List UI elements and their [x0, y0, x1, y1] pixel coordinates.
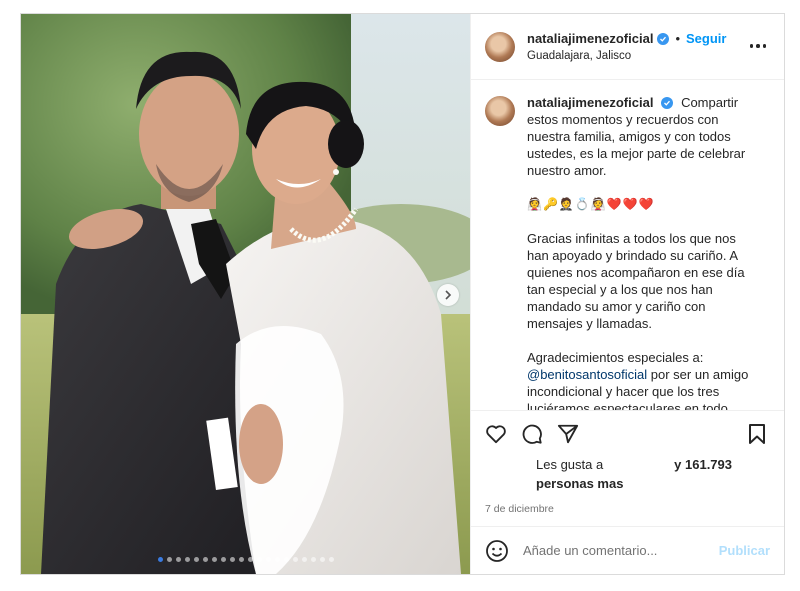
- instagram-post: nataliajimenezoficial • Seguir Guadalaja…: [20, 13, 785, 575]
- carousel-dot: [220, 557, 226, 562]
- carousel-dot: [328, 557, 334, 562]
- bookmark-icon[interactable]: [746, 423, 768, 445]
- smiley-icon[interactable]: [485, 539, 509, 563]
- mention-link[interactable]: @benitosantosoficial: [527, 367, 647, 382]
- carousel-dot: [301, 557, 307, 562]
- separator: •: [675, 31, 680, 46]
- carousel-dot: [283, 557, 289, 562]
- post-photo[interactable]: [21, 14, 470, 574]
- post-actions: Les gusta a y 161.793 personas mas 7 de …: [471, 410, 784, 520]
- emoji-line: 👰🔑🤵💍👰: [527, 197, 607, 211]
- carousel-dot: [229, 557, 235, 562]
- carousel-indicators: [21, 557, 470, 562]
- post-caption: nataliajimenezoficial Compartir estos mo…: [527, 94, 757, 410]
- verified-badge-icon: [657, 32, 670, 45]
- author-username[interactable]: nataliajimenezoficial: [527, 31, 653, 46]
- paper-plane-icon[interactable]: [557, 423, 579, 445]
- verified-badge-icon: [661, 97, 674, 109]
- carousel-dot: [175, 557, 181, 562]
- heart-emojis: ❤️❤️❤️: [606, 197, 655, 211]
- chevron-right-icon: [445, 290, 452, 300]
- caption-username[interactable]: nataliajimenezoficial: [527, 95, 653, 110]
- carousel-dot: [184, 557, 190, 562]
- caption-avatar[interactable]: [485, 96, 515, 126]
- add-comment-bar: Publicar: [471, 526, 784, 574]
- comment-icon[interactable]: [521, 423, 543, 445]
- caption-paragraph-3-intro: Agradecimientos especiales a:: [527, 350, 704, 365]
- carousel-dot: [193, 557, 199, 562]
- carousel-dot: [238, 557, 244, 562]
- comment-input[interactable]: [521, 542, 719, 559]
- follow-button[interactable]: Seguir: [686, 31, 726, 46]
- carousel-dot: [274, 557, 280, 562]
- publish-button[interactable]: Publicar: [719, 543, 770, 558]
- likes-count[interactable]: y 161.793: [674, 457, 732, 472]
- caption-emojis: 👰🔑🤵💍👰❤️❤️❤️: [527, 196, 757, 213]
- heart-icon[interactable]: [485, 423, 507, 445]
- likes-prefix: Les gusta a: [536, 457, 604, 472]
- likes-line: Les gusta a y 161.793: [536, 457, 732, 472]
- carousel-dot: [265, 557, 271, 562]
- carousel-dot: [211, 557, 217, 562]
- avatar[interactable]: [485, 31, 515, 62]
- carousel-dot: [202, 557, 208, 562]
- post-location[interactable]: Guadalajara, Jalisco: [527, 50, 726, 62]
- caption-paragraph-2: Gracias infinitas a todos los que nos ha…: [527, 231, 745, 331]
- likes-suffix[interactable]: personas mas: [536, 476, 770, 491]
- carousel-dot: [256, 557, 262, 562]
- carousel-dot: [319, 557, 325, 562]
- post-header: nataliajimenezoficial • Seguir Guadalaja…: [471, 14, 784, 80]
- carousel-dot: [166, 557, 172, 562]
- wedding-photo: [21, 14, 470, 574]
- carousel-dot: [247, 557, 253, 562]
- post-date[interactable]: 7 de diciembre: [485, 503, 770, 515]
- comments-section: nataliajimenezoficial Compartir estos mo…: [471, 80, 784, 410]
- post-sidebar: nataliajimenezoficial • Seguir Guadalaja…: [470, 14, 784, 574]
- next-slide-button[interactable]: [437, 284, 459, 306]
- carousel-dot: [157, 557, 163, 562]
- carousel-dot: [292, 557, 298, 562]
- carousel-dot: [310, 557, 316, 562]
- more-options-icon[interactable]: [749, 44, 766, 48]
